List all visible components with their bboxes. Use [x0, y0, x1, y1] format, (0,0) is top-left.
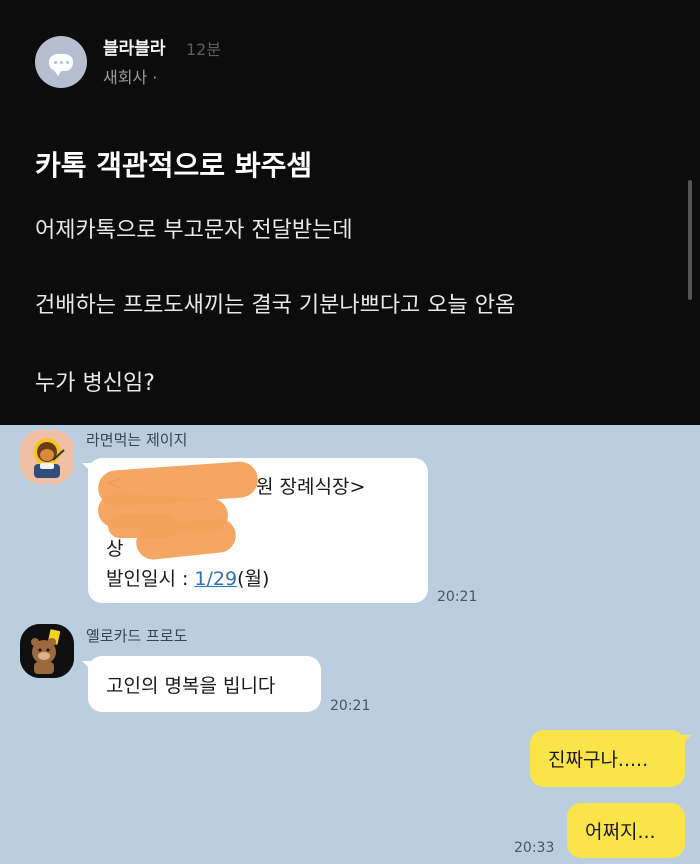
my-message-bubble[interactable]: 어쩌지...	[567, 803, 685, 858]
post-panel: 블라블라 12분 새회사 · 카톡 객관적으로 봐주셈 어제카톡으로 부고문자 …	[0, 0, 700, 425]
date-link[interactable]: 1/29	[194, 568, 237, 590]
post-body-line: 건배하는 프로도새끼는 결국 기분나쁘다고 오늘 안옴	[35, 293, 516, 318]
departure-line: 발인일시 : 1/29(월)	[106, 564, 269, 591]
funeral-notice-bubble[interactable]: < 원 장례식장> 상 발인일시 : 1/29(월)	[88, 458, 428, 603]
sender-name: 옐로카드 프로도	[86, 627, 188, 645]
condolence-bubble[interactable]: 고인의 명복을 빕니다	[88, 656, 321, 712]
redaction-mark	[108, 514, 178, 538]
message-time: 20:21	[437, 589, 478, 605]
chat-bubble-icon	[49, 53, 73, 76]
post-time: 12분	[186, 40, 222, 59]
chat-screenshot: 라면먹는 제이지 < 원 장례식장> 상 발인일시 : 1/29(월) 20:2…	[0, 425, 700, 864]
post-body-line: 어제카톡으로 부고문자 전달받는데	[35, 218, 353, 243]
message-line: 원 장례식장>	[256, 476, 366, 498]
ramen-character-avatar[interactable]	[20, 430, 74, 484]
message-text: 고인의 명복을 빕니다	[106, 674, 276, 697]
departure-label: 발인일시 :	[106, 568, 195, 590]
message-line: 상	[106, 538, 124, 560]
my-message-bubble[interactable]: 진짜구나.....	[530, 730, 685, 787]
date-weekday: (월)	[237, 568, 270, 590]
sender-name: 라면먹는 제이지	[86, 431, 188, 449]
message-text: 어쩌지...	[585, 821, 656, 843]
bubble-tail	[681, 735, 691, 745]
message-time: 20:21	[330, 698, 371, 714]
message-time: 20:33	[514, 840, 555, 856]
post-author[interactable]: 블라블라	[103, 34, 166, 59]
scrollbar-thumb[interactable]	[688, 180, 692, 300]
author-avatar[interactable]	[35, 36, 87, 88]
post-body-line: 누가 병신임?	[35, 371, 155, 396]
message-text: 진짜구나.....	[548, 749, 649, 771]
frodo-character-avatar[interactable]	[20, 624, 74, 678]
post-company: 새회사 ·	[103, 68, 158, 87]
post-title: 카톡 객관적으로 봐주셈	[35, 149, 313, 182]
